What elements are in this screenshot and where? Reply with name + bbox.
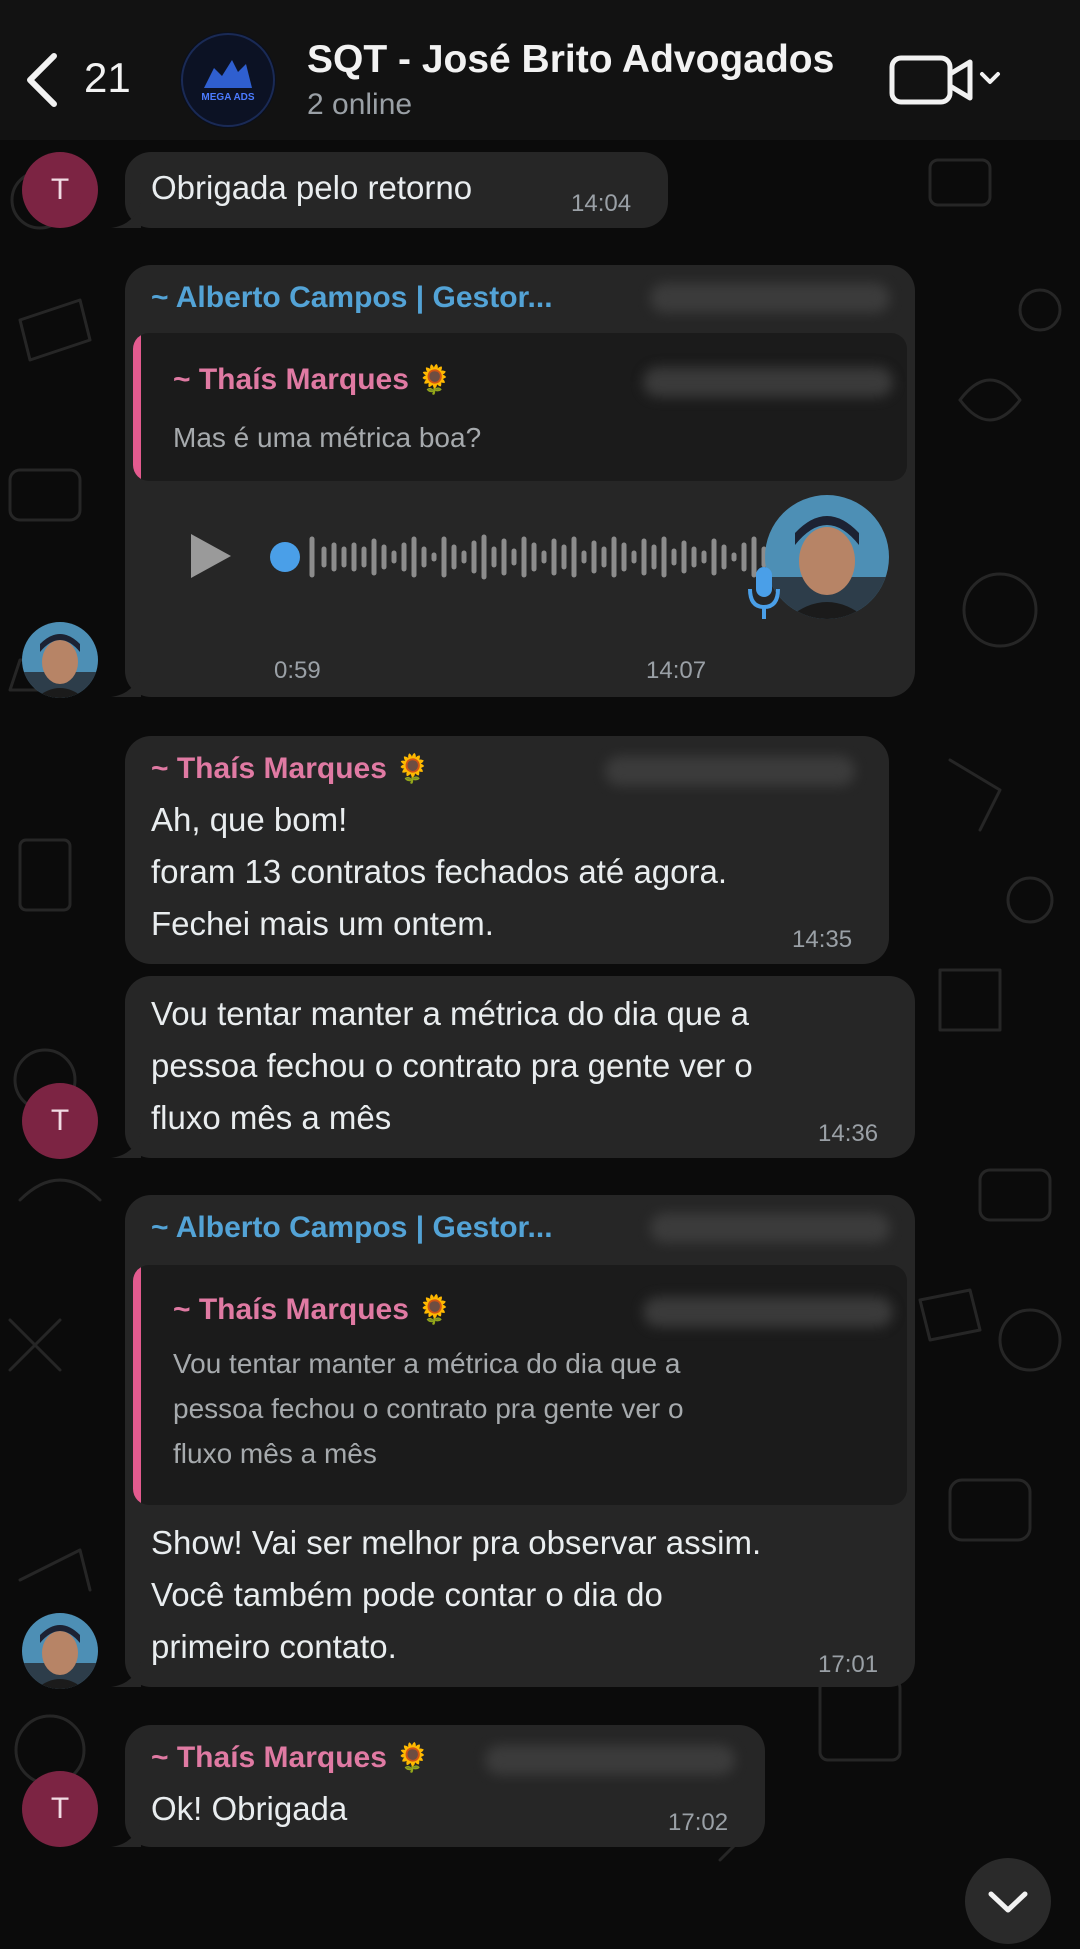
bubble-tail [111,671,141,697]
message-time: 14:07 [646,657,707,684]
redacted-phone [650,1213,890,1243]
microphone-icon [748,567,780,619]
quoted-message[interactable]: ~ Thaís Marques 🌻 Vou tentar manter a mé… [133,1265,907,1505]
svg-text:MEGA ADS: MEGA ADS [201,92,254,103]
group-title[interactable]: SQT - José Brito Advogados [307,38,834,82]
bubble-tail [111,1821,141,1847]
message-text: Ok! Obrigada [151,1790,348,1827]
redacted-phone [605,756,855,786]
quote-text: Mas é uma métrica boa? [173,422,482,453]
message-bubble[interactable]: ~ Alberto Campos | Gestor... ~ Thaís Mar… [111,1195,915,1687]
message-time: 17:02 [668,1809,729,1836]
chat-header: 21 MEGA ADS SQT - José Brito Advogados 2… [0,0,1080,140]
avatar[interactable]: T [22,1771,98,1847]
profile-photo [22,1613,98,1689]
message-text: Ah, que bom! foram 13 contratos fechados… [151,801,728,942]
message-time: 14:35 [792,926,853,953]
redacted-phone [643,367,893,397]
bubble-tail [111,1661,141,1687]
avatar[interactable]: T [22,152,98,228]
online-status: 2 online [307,88,413,121]
redacted-phone [650,283,890,313]
message-bubble[interactable]: Vou tentar manter a métrica do dia que a… [111,976,915,1158]
message-bubble[interactable]: ~ Thaís Marques 🌻 Ok! Obrigada 17:02 [111,1725,765,1847]
sender-name[interactable]: ~ Thaís Marques 🌻 [151,752,430,786]
group-avatar[interactable]: MEGA ADS [180,32,276,128]
sender-name[interactable]: ~ Alberto Campos | Gestor... [151,1211,553,1245]
quoted-message[interactable]: ~ Thaís Marques 🌻 Mas é uma métrica boa? [133,333,907,481]
message-text: Show! Vai ser melhor pra observar assim.… [151,1524,762,1665]
chevron-down-icon [988,1891,1028,1913]
profile-photo [22,622,98,698]
message-text: Vou tentar manter a métrica do dia que a… [151,995,753,1136]
message-time: 14:36 [818,1120,879,1147]
quote-sender: ~ Thaís Marques 🌻 [173,363,453,396]
video-call-icon[interactable] [888,50,1003,112]
message-bubble[interactable]: ~ Thaís Marques 🌻 Ah, que bom! foram 13 … [125,736,889,964]
quote-sender: ~ Thaís Marques 🌻 [173,1293,453,1326]
back-chevron-icon[interactable] [22,50,62,110]
profile-photo [765,495,889,619]
quote-bar [133,333,141,481]
message-time: 14:04 [571,190,632,217]
quote-bar [133,1265,141,1505]
avatar[interactable]: T [22,1083,98,1159]
sender-name[interactable]: ~ Alberto Campos | Gestor... [151,281,553,315]
mega-ads-logo: MEGA ADS [181,33,275,127]
avatar[interactable] [22,1613,98,1689]
message-bubble[interactable]: ~ Alberto Campos | Gestor... ~ Thaís Mar… [111,265,915,697]
redacted-phone [485,1745,735,1775]
message-text: Obrigada pelo retorno [151,169,473,206]
bubble-tail [111,1132,141,1158]
voice-duration: 0:59 [274,657,321,684]
redacted-phone [643,1297,893,1327]
message-bubble[interactable]: Obrigada pelo retorno 14:04 [111,152,668,228]
avatar[interactable] [22,622,98,698]
message-time: 17:01 [818,1651,879,1678]
scroll-to-bottom-button[interactable] [965,1858,1051,1944]
play-icon[interactable] [185,530,235,582]
voice-sender-avatar [765,495,889,619]
quote-text: Vou tentar manter a métrica do dia que a… [173,1348,684,1469]
unread-count[interactable]: 21 [84,54,131,102]
bubble-tail [111,202,141,228]
sender-name[interactable]: ~ Thaís Marques 🌻 [151,1741,430,1775]
